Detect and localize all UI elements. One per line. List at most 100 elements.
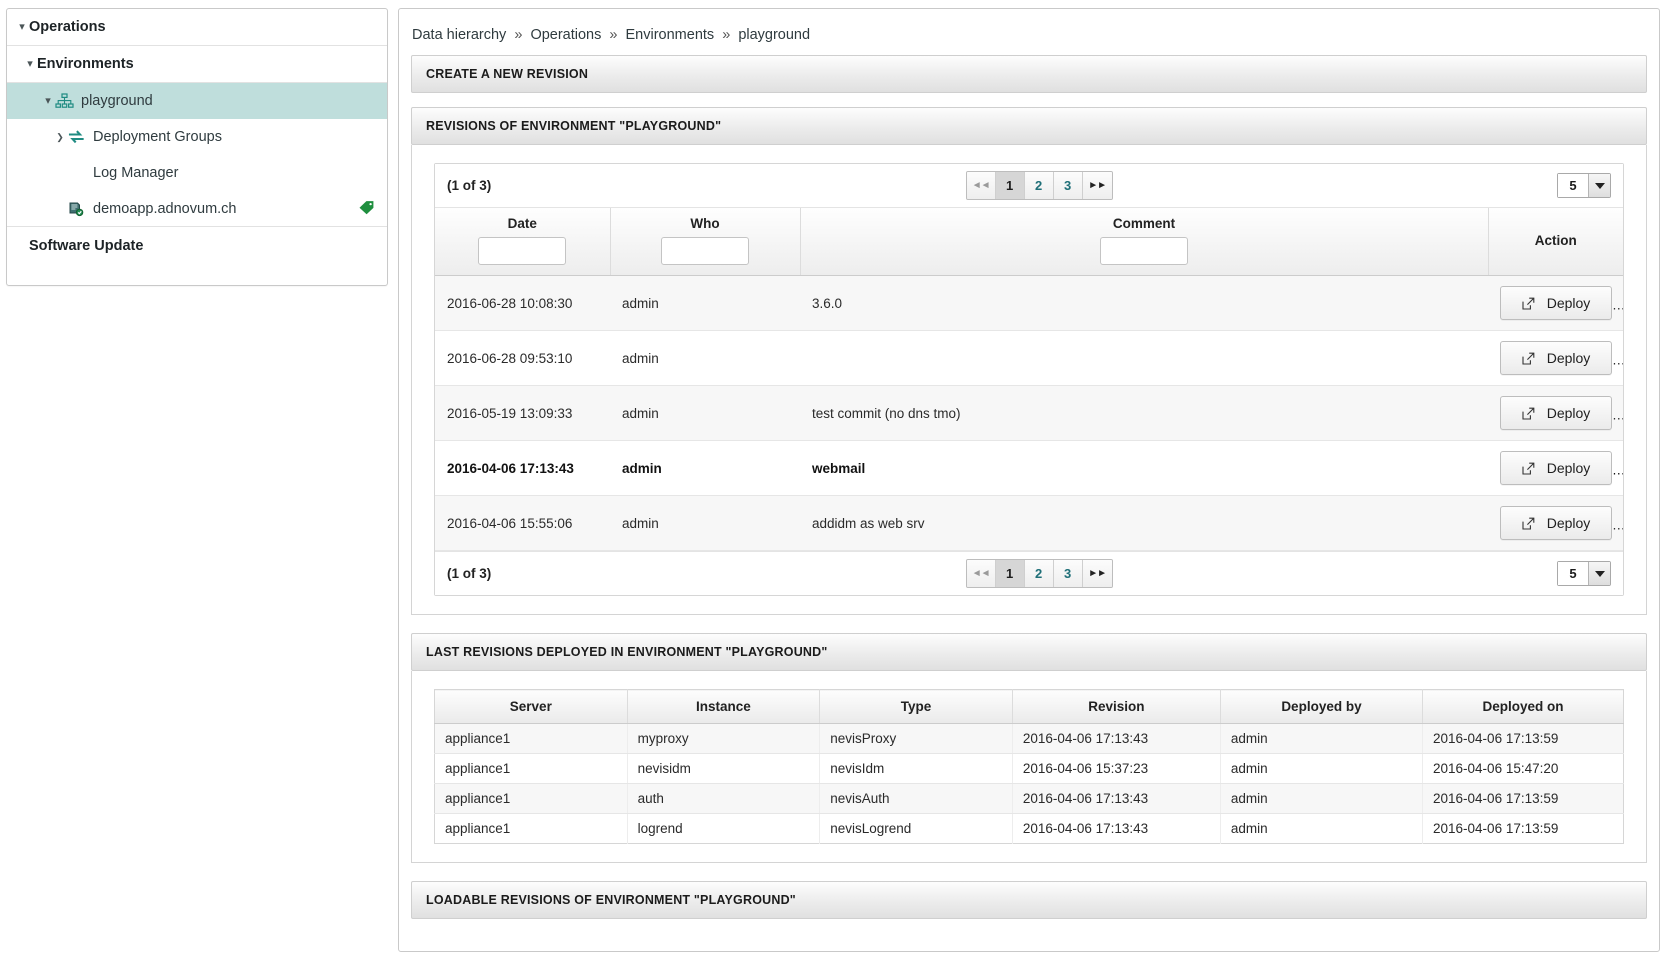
first-page-button[interactable]: ◄◄ bbox=[966, 560, 996, 587]
pagination-controls: ◄◄ 1 2 3 ►► bbox=[521, 171, 1557, 200]
cell-date: 2016-04-06 17:13:43 bbox=[435, 440, 610, 496]
table-row[interactable]: 2016-04-06 15:55:06 admin addidm as web … bbox=[435, 495, 1623, 551]
sidebar-item-label: Operations bbox=[29, 19, 106, 35]
cell-instance: nevisidm bbox=[627, 753, 821, 784]
cell-comment: addidm as web srv bbox=[800, 495, 1488, 551]
breadcrumb-separator: » bbox=[722, 27, 731, 43]
table-row[interactable]: appliance1 logrend nevisLogrend 2016-04-… bbox=[434, 813, 1624, 844]
table-row[interactable]: 2016-06-28 09:53:10 admin Deploy bbox=[435, 330, 1623, 386]
breadcrumb-item-2[interactable]: Environments bbox=[626, 27, 715, 43]
chevron-down-icon[interactable] bbox=[23, 59, 37, 70]
column-header-instance: Instance bbox=[627, 689, 821, 724]
cell-who: admin bbox=[610, 275, 800, 331]
filter-comment-input[interactable] bbox=[1100, 237, 1188, 265]
sidebar-item-deployment-groups[interactable]: Deployment Groups bbox=[7, 119, 387, 155]
deploy-button[interactable]: Deploy bbox=[1500, 396, 1612, 430]
breadcrumb-item-1[interactable]: Operations bbox=[530, 27, 601, 43]
cell-action: Deploy bbox=[1488, 330, 1623, 386]
panel-header-create-revision[interactable]: CREATE A NEW REVISION bbox=[411, 55, 1647, 93]
breadcrumb-separator: » bbox=[514, 27, 523, 43]
page-count-label: (1 of 3) bbox=[447, 566, 492, 581]
sync-icon bbox=[67, 129, 86, 145]
deploy-button[interactable]: Deploy bbox=[1500, 286, 1612, 320]
column-header-action: Action bbox=[1488, 208, 1623, 276]
sidebar-item-software-update[interactable]: Software Update bbox=[7, 227, 387, 264]
table-row[interactable]: appliance1 myproxy nevisProxy 2016-04-06… bbox=[434, 723, 1624, 754]
sidebar-item-environments[interactable]: Environments bbox=[7, 46, 387, 83]
deploy-button-label: Deploy bbox=[1546, 405, 1591, 421]
last-page-button[interactable]: ►► bbox=[1082, 172, 1112, 199]
cell-instance: logrend bbox=[627, 813, 821, 844]
breadcrumb: Data hierarchy » Operations » Environmen… bbox=[399, 9, 1659, 55]
breadcrumb-item-0[interactable]: Data hierarchy bbox=[412, 27, 506, 43]
panel-header-last-deployed[interactable]: LAST REVISIONS DEPLOYED IN ENVIRONMENT "… bbox=[411, 633, 1647, 671]
sitemap-icon bbox=[55, 93, 74, 109]
panel-header-revisions[interactable]: REVISIONS OF ENVIRONMENT "PLAYGROUND" bbox=[411, 107, 1647, 145]
chevron-down-icon[interactable] bbox=[1588, 174, 1610, 197]
filter-date-input[interactable] bbox=[478, 237, 567, 265]
last-page-button[interactable]: ►► bbox=[1082, 560, 1112, 587]
table-row[interactable]: appliance1 nevisidm nevisIdm 2016-04-06 … bbox=[434, 753, 1624, 784]
sidebar-item-playground[interactable]: playground bbox=[7, 83, 387, 119]
cell-who: admin bbox=[610, 385, 800, 441]
first-page-button[interactable]: ◄◄ bbox=[966, 172, 996, 199]
column-header-deployed-on: Deployed on bbox=[1422, 689, 1624, 724]
cell-type: nevisLogrend bbox=[819, 813, 1013, 844]
cell-type: nevisAuth bbox=[819, 783, 1013, 814]
breadcrumb-separator: » bbox=[609, 27, 618, 43]
cell-instance: myproxy bbox=[627, 723, 821, 754]
rows-per-page-value: 5 bbox=[1558, 174, 1588, 197]
page-button-3[interactable]: 3 bbox=[1053, 172, 1083, 199]
cell-who: admin bbox=[610, 330, 800, 386]
table-row[interactable]: 2016-04-06 17:13:43 admin webmail Deploy bbox=[435, 440, 1623, 496]
deploy-button[interactable]: Deploy bbox=[1500, 341, 1612, 375]
cell-action: Deploy bbox=[1488, 385, 1623, 441]
page-button-2[interactable]: 2 bbox=[1024, 560, 1054, 587]
last-deployed-table-body: appliance1 myproxy nevisProxy 2016-04-06… bbox=[434, 723, 1624, 844]
chevron-down-icon[interactable] bbox=[1588, 562, 1610, 585]
external-link-icon bbox=[1522, 517, 1535, 530]
column-header-date[interactable]: Date bbox=[435, 208, 611, 276]
rows-per-page-wrap: 5 bbox=[1557, 173, 1611, 198]
sidebar-item-demoapp[interactable]: demoapp.adnovum.ch bbox=[7, 191, 387, 227]
rows-per-page-select[interactable]: 5 bbox=[1557, 173, 1611, 198]
filter-who-input[interactable] bbox=[661, 237, 749, 265]
cell-revision: 2016-04-06 17:13:43 bbox=[1012, 723, 1221, 754]
revisions-table: Date Who Comment Action 2016-06-28 10:08… bbox=[435, 208, 1623, 551]
page-button-1[interactable]: 1 bbox=[995, 560, 1025, 587]
page-button-1[interactable]: 1 bbox=[995, 172, 1025, 199]
chevron-down-icon[interactable] bbox=[15, 22, 29, 33]
sidebar-item-log-manager[interactable]: Log Manager bbox=[7, 155, 387, 191]
cell-server: appliance1 bbox=[434, 783, 628, 814]
table-row[interactable]: 2016-06-28 10:08:30 admin 3.6.0 Deploy bbox=[435, 275, 1623, 331]
external-link-icon bbox=[1522, 462, 1535, 475]
rows-per-page-wrap: 5 bbox=[1557, 561, 1611, 586]
cell-comment: webmail bbox=[800, 440, 1488, 496]
page-button-2[interactable]: 2 bbox=[1024, 172, 1054, 199]
page-button-3[interactable]: 3 bbox=[1053, 560, 1083, 587]
column-header-comment[interactable]: Comment bbox=[800, 208, 1489, 276]
rows-per-page-select[interactable]: 5 bbox=[1557, 561, 1611, 586]
chevron-right-icon[interactable] bbox=[53, 132, 67, 143]
last-deployed-panel-body: Server Instance Type Revision Deployed b… bbox=[411, 671, 1647, 863]
revisions-pager-top: (1 of 3) ◄◄ 1 2 3 ►► 5 bbox=[435, 164, 1623, 208]
cell-server: appliance1 bbox=[434, 723, 628, 754]
tag-icon[interactable] bbox=[358, 199, 375, 218]
revisions-panel-body: (1 of 3) ◄◄ 1 2 3 ►► 5 Date Who Comment … bbox=[411, 145, 1647, 615]
cell-who: admin bbox=[610, 495, 800, 551]
revisions-datatable: (1 of 3) ◄◄ 1 2 3 ►► 5 Date Who Comment … bbox=[434, 163, 1624, 596]
revisions-pager-bottom: (1 of 3) ◄◄ 1 2 3 ►► 5 bbox=[435, 551, 1623, 595]
deploy-button[interactable]: Deploy bbox=[1500, 506, 1612, 540]
chevron-down-icon[interactable] bbox=[41, 96, 55, 107]
deploy-button[interactable]: Deploy bbox=[1500, 451, 1612, 485]
navigation-tree: Operations Environments playground bbox=[6, 8, 388, 286]
deploy-button-label: Deploy bbox=[1546, 295, 1591, 311]
table-row[interactable]: 2016-05-19 13:09:33 admin test commit (n… bbox=[435, 385, 1623, 441]
column-header-who[interactable]: Who bbox=[610, 208, 801, 276]
table-row[interactable]: appliance1 auth nevisAuth 2016-04-06 17:… bbox=[434, 783, 1624, 814]
panel-header-loadable-revisions[interactable]: LOADABLE REVISIONS OF ENVIRONMENT "PLAYG… bbox=[411, 881, 1647, 919]
sidebar-item-operations[interactable]: Operations bbox=[7, 9, 387, 46]
column-label: Date bbox=[507, 216, 537, 231]
breadcrumb-item-3[interactable]: playground bbox=[738, 27, 810, 43]
cell-revision: 2016-04-06 15:37:23 bbox=[1012, 753, 1221, 784]
